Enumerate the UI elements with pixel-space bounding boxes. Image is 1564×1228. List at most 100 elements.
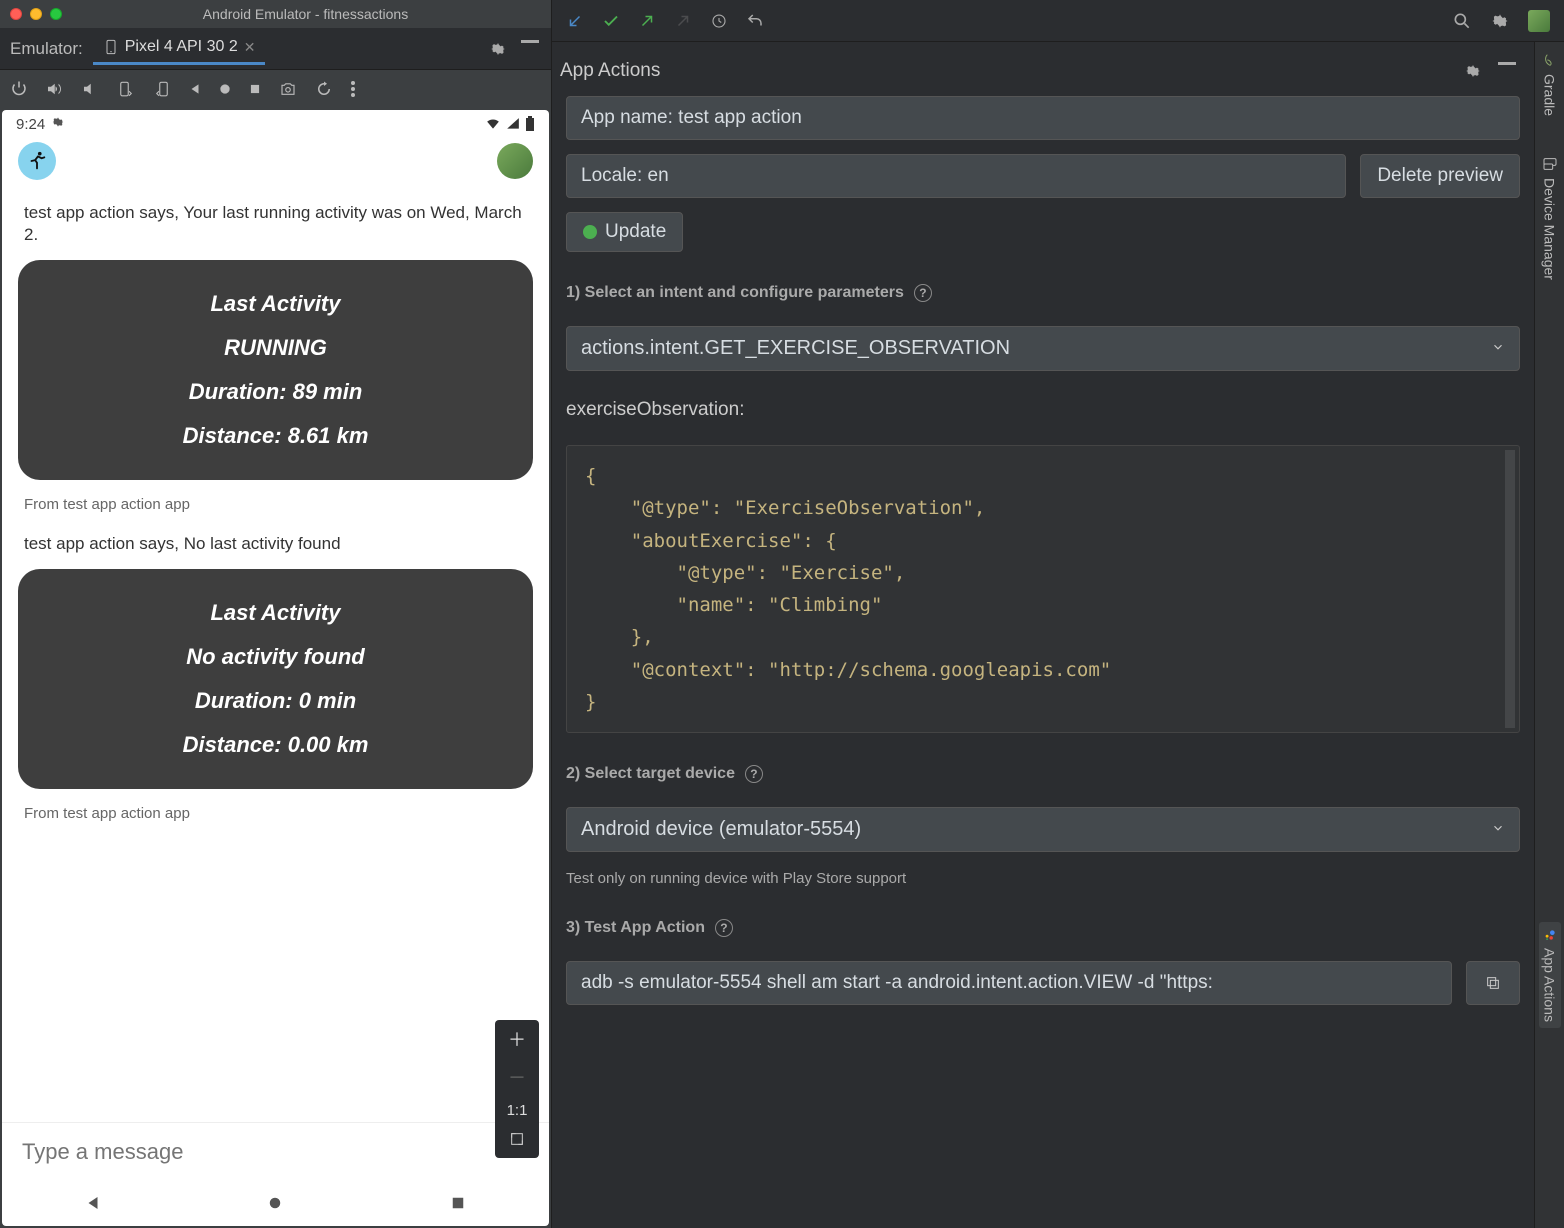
app-name-field[interactable]: App name: test app action — [566, 96, 1520, 140]
zoom-window-dot[interactable] — [50, 8, 62, 20]
panel-title: App Actions — [560, 60, 660, 82]
activity-card-2: Last Activity No activity found Duration… — [18, 569, 533, 789]
copy-button[interactable] — [1466, 961, 1520, 1005]
help-icon[interactable]: ? — [914, 284, 932, 302]
update-button[interactable]: Update — [566, 212, 683, 252]
emulator-window: Android Emulator - fitnessactions Emulat… — [0, 0, 552, 1228]
zoom-in-button[interactable]: ＋ — [495, 1020, 539, 1058]
help-icon[interactable]: ? — [715, 919, 733, 937]
account-avatar[interactable] — [1528, 10, 1550, 32]
phone-icon — [103, 39, 119, 55]
intent-value: actions.intent.GET_EXERCISE_OBSERVATION — [581, 337, 1010, 360]
emulator-tab[interactable]: Pixel 4 API 30 2 ✕ — [93, 32, 266, 65]
check-circle-icon — [583, 225, 597, 239]
status-gear-icon — [51, 115, 65, 133]
tab-close-icon[interactable]: ✕ — [244, 39, 256, 56]
card2-distance: Distance: 0.00 km — [32, 723, 519, 767]
device-value: Android device (emulator-5554) — [581, 818, 861, 841]
device-dropdown[interactable]: Android device (emulator-5554) — [566, 807, 1520, 852]
wifi-icon — [485, 117, 501, 131]
check-icon[interactable] — [602, 12, 620, 30]
assistant-input-row — [2, 1122, 549, 1180]
more-icon[interactable] — [350, 80, 356, 98]
update-button-label: Update — [605, 221, 666, 243]
device-hint: Test only on running device with Play St… — [566, 870, 1520, 887]
emulator-titlebar: Android Emulator - fitnessactions — [0, 0, 551, 28]
card1-distance: Distance: 8.61 km — [32, 414, 519, 458]
stop-icon[interactable] — [248, 82, 262, 96]
card1-source: From test app action app — [24, 496, 527, 513]
step3-label: 3) Test App Action ? — [566, 919, 1520, 937]
card1-type: RUNNING — [32, 326, 519, 370]
assistant-response-2: test app action says, No last activity f… — [24, 533, 527, 555]
arrow-disabled-icon — [674, 12, 692, 30]
running-icon — [18, 142, 56, 180]
intent-dropdown[interactable]: actions.intent.GET_EXERCISE_OBSERVATION — [566, 326, 1520, 371]
card2-source: From test app action app — [24, 805, 527, 822]
signal-icon — [505, 117, 521, 131]
param-json-editor[interactable]: { "@type": "ExerciseObservation", "about… — [566, 445, 1520, 733]
panel-gear-icon[interactable] — [1464, 62, 1482, 80]
back-icon[interactable] — [188, 82, 202, 96]
param-json-text: { "@type": "ExerciseObservation", "about… — [585, 465, 1111, 713]
chevron-down-icon — [1491, 818, 1505, 841]
emulator-tabbar: Emulator: Pixel 4 API 30 2 ✕ — [0, 28, 551, 70]
param-label: exerciseObservation: — [566, 399, 1520, 421]
arrow-up-right-icon[interactable] — [638, 12, 656, 30]
gradle-icon — [1542, 52, 1558, 68]
assistant-response-1: test app action says, Your last running … — [24, 202, 527, 246]
zoom-out-button[interactable]: － — [495, 1058, 539, 1096]
camera-icon[interactable] — [278, 80, 298, 98]
arrow-down-left-icon[interactable] — [566, 12, 584, 30]
copy-icon — [1485, 975, 1501, 991]
zoom-11-button[interactable]: 1:1 — [495, 1096, 539, 1125]
volume-down-icon[interactable] — [80, 80, 100, 98]
emulator-toolbar — [0, 70, 551, 108]
settings-gear-icon[interactable] — [1490, 11, 1510, 31]
step2-label: 2) Select target device ? — [566, 765, 1520, 783]
nav-recents-icon[interactable] — [449, 1194, 467, 1212]
nav-back-icon[interactable] — [84, 1194, 102, 1212]
volume-up-icon[interactable] — [44, 80, 64, 98]
devices-icon — [1542, 156, 1558, 172]
minimize-window-dot[interactable] — [30, 8, 42, 20]
assistant-input[interactable] — [22, 1139, 529, 1165]
battery-icon — [525, 116, 535, 132]
card2-title: Last Activity — [32, 591, 519, 635]
editor-scrollbar[interactable] — [1505, 450, 1515, 728]
close-window-dot[interactable] — [10, 8, 22, 20]
tool-rail: Gradle Device Manager App Actions — [1534, 42, 1564, 1228]
zoom-fit-button[interactable] — [495, 1125, 539, 1158]
emulator-label: Emulator: — [4, 39, 89, 59]
delete-preview-button[interactable]: Delete preview — [1360, 154, 1520, 198]
assistant-icon — [1543, 928, 1557, 942]
status-time: 9:24 — [16, 116, 45, 133]
chevron-down-icon — [1491, 337, 1505, 360]
step1-label: 1) Select an intent and configure parame… — [566, 284, 1520, 302]
user-avatar[interactable] — [497, 143, 533, 179]
power-icon[interactable] — [10, 80, 28, 98]
rail-app-actions[interactable]: App Actions — [1539, 922, 1561, 1028]
card1-duration: Duration: 89 min — [32, 370, 519, 414]
nav-home-icon[interactable] — [266, 1194, 284, 1212]
adb-command-field[interactable]: adb -s emulator-5554 shell am start -a a… — [566, 961, 1452, 1005]
rotate-left-icon[interactable] — [116, 80, 136, 98]
locale-field[interactable]: Locale: en — [566, 154, 1346, 198]
history-icon[interactable] — [710, 12, 728, 30]
search-icon[interactable] — [1452, 11, 1472, 31]
activity-card-1: Last Activity RUNNING Duration: 89 min D… — [18, 260, 533, 480]
rail-gradle[interactable]: Gradle — [1542, 52, 1558, 116]
minimize-icon[interactable] — [521, 40, 539, 44]
ide-toolbar — [552, 0, 1564, 42]
gear-icon[interactable] — [489, 40, 507, 58]
rail-device-manager[interactable]: Device Manager — [1542, 156, 1558, 280]
snapshot-icon[interactable] — [314, 80, 334, 98]
phone-screen: 9:24 test app action says, Your last run… — [2, 110, 549, 1226]
undo-icon[interactable] — [746, 12, 764, 30]
help-icon[interactable]: ? — [745, 765, 763, 783]
ide-window: App Actions App name: test app action Lo… — [552, 0, 1564, 1228]
rotate-right-icon[interactable] — [152, 80, 172, 98]
panel-minimize-icon[interactable] — [1498, 62, 1516, 66]
window-title: Android Emulator - fitnessactions — [70, 6, 541, 22]
record-icon[interactable] — [218, 82, 232, 96]
